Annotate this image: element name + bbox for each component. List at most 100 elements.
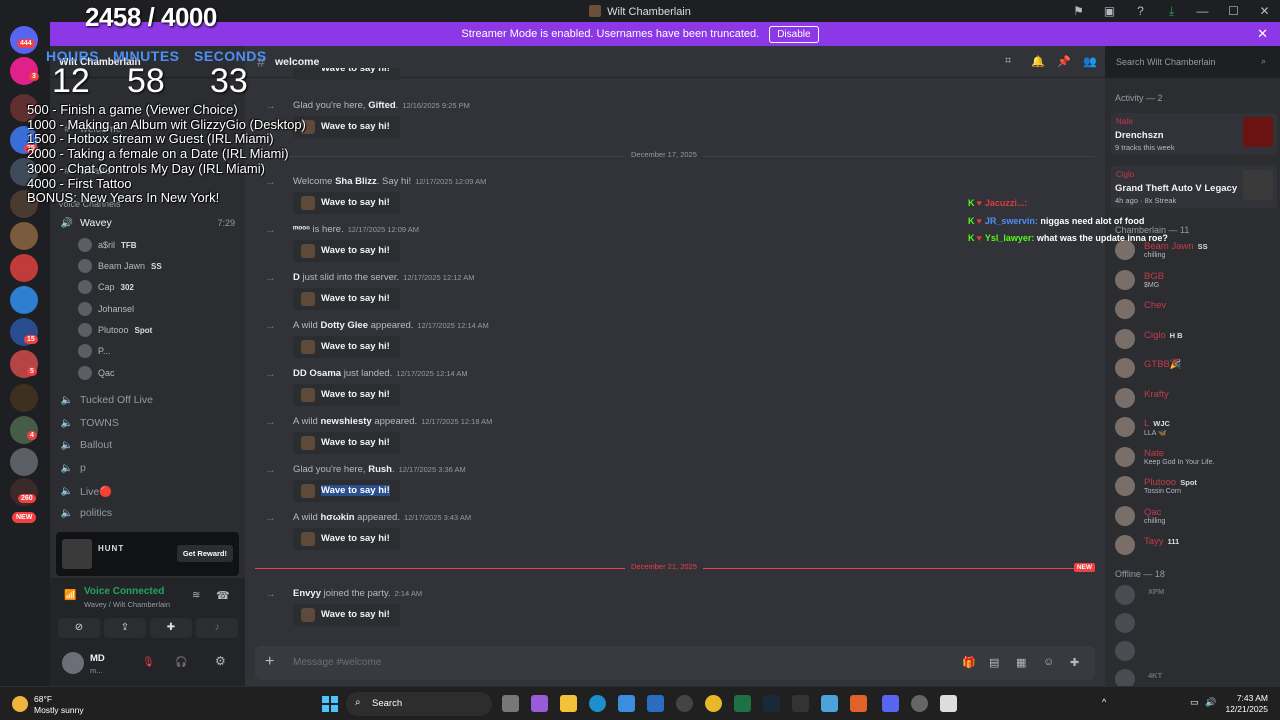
minimize-button[interactable]: — — [1187, 4, 1218, 18]
member-name[interactable]: D — [293, 272, 300, 283]
network-icon[interactable]: ▭ — [1190, 697, 1199, 708]
wave-button[interactable]: Wave to say hi! — [293, 604, 400, 626]
server-icon[interactable] — [10, 254, 38, 282]
app-icon[interactable] — [940, 695, 957, 712]
wave-button[interactable]: Wave to say hi! — [293, 384, 400, 406]
gear-icon[interactable]: ⚙ — [215, 654, 226, 668]
voice-user[interactable]: Qac — [78, 364, 115, 382]
voice-channel[interactable]: 🔈 Live🔴 — [60, 482, 113, 500]
voice-channel[interactable]: 🔈 p — [60, 459, 86, 477]
member-item[interactable] — [1113, 611, 1273, 635]
member-item[interactable] — [1113, 639, 1273, 663]
task-view-icon[interactable] — [502, 695, 519, 712]
voice-user[interactable]: Cap 302 — [78, 278, 134, 296]
member-item[interactable]: Qac chilling — [1113, 504, 1273, 528]
avatar[interactable] — [62, 652, 84, 674]
github-icon[interactable] — [676, 695, 693, 712]
members-icon[interactable]: 👥 — [1083, 55, 1097, 68]
get-reward-button[interactable]: Get Reward! — [176, 545, 233, 562]
close-icon[interactable]: ✕ — [1257, 26, 1268, 42]
windows-start-icon[interactable] — [322, 696, 338, 712]
member-item[interactable]: Tayy 111 — [1113, 533, 1273, 557]
screen-share-button[interactable]: ⇪ — [104, 618, 146, 638]
member-name[interactable]: DD Osama — [293, 368, 341, 379]
member-item[interactable]: Nate Keep God In Your Life. — [1113, 445, 1273, 469]
voice-user[interactable]: P... — [78, 342, 110, 360]
disable-streamer-mode-button[interactable]: Disable — [769, 25, 819, 43]
wave-button[interactable]: Wave to say hi! — [293, 528, 400, 550]
member-item[interactable]: GTBB🎉 — [1113, 356, 1273, 380]
close-button[interactable]: ✕ — [1249, 4, 1280, 18]
file-explorer-icon[interactable] — [560, 695, 577, 712]
member-name[interactable]: Gifted — [368, 100, 395, 111]
server-icon[interactable] — [10, 448, 38, 476]
discord-icon[interactable] — [882, 695, 899, 712]
edge-icon[interactable] — [589, 695, 606, 712]
copilot-icon[interactable] — [531, 695, 548, 712]
voice-channel[interactable]: 🔈 TOWNS — [60, 414, 119, 432]
voice-channel[interactable]: 🔈 politics — [60, 504, 112, 522]
voice-connected-label[interactable]: Voice Connected — [84, 586, 164, 597]
taskbar-search[interactable]: ⌕ Search — [346, 692, 492, 716]
voice-user[interactable]: Johansel — [78, 300, 134, 318]
wave-button[interactable]: Wave to say hi! — [293, 336, 400, 358]
volume-icon[interactable]: 🔊 — [1205, 697, 1216, 708]
notepad-icon[interactable] — [821, 695, 838, 712]
maximize-button[interactable]: ☐ — [1218, 4, 1249, 18]
member-name[interactable]: Rush — [368, 464, 392, 475]
add-attachment-icon[interactable]: + — [265, 653, 274, 671]
deafen-icon[interactable]: 🎧 — [175, 657, 187, 668]
member-item[interactable]: L WJC LLA 🦋 — [1113, 415, 1273, 439]
member-name[interactable]: Envyy — [293, 588, 321, 599]
voice-user[interactable]: Plutooo Spot — [78, 321, 152, 339]
chevron-up-icon[interactable]: ^ — [1102, 697, 1106, 707]
message-input[interactable]: Message #welcome — [293, 657, 381, 668]
noise-suppression-icon[interactable]: ≋ — [192, 590, 200, 601]
member-name[interactable]: ᵐᵒᵒⁿ — [293, 224, 310, 235]
help-icon[interactable]: ? — [1125, 4, 1156, 18]
member-item[interactable]: Ciglo H B — [1113, 327, 1273, 351]
wave-button[interactable]: Wave to say hi! — [293, 288, 400, 310]
member-item[interactable]: Chev — [1113, 297, 1273, 321]
activities-button[interactable]: ✚ — [150, 618, 192, 638]
member-item[interactable]: BGB $MG — [1113, 268, 1273, 292]
emoji-icon[interactable]: ☺ — [1043, 656, 1054, 668]
activity-card[interactable]: Nate Drenchszn 9 tracks this week — [1111, 113, 1277, 155]
activity-card[interactable]: Ciglo Grand Theft Auto V Legacy 4h ago ·… — [1111, 166, 1277, 208]
voice-channel[interactable]: 🔈 Ballout — [60, 436, 112, 454]
server-icon[interactable] — [10, 222, 38, 250]
search-input[interactable]: Search Wilt Chamberlain ⌕ — [1110, 52, 1272, 72]
capcut-icon[interactable] — [792, 695, 809, 712]
settings-icon[interactable] — [911, 695, 928, 712]
apps-icon[interactable]: ✚ — [1070, 656, 1079, 669]
clock[interactable]: 7:43 AM 12/21/2025 — [1225, 693, 1268, 715]
brave-icon[interactable] — [850, 695, 867, 712]
pin-icon[interactable]: 📌 — [1057, 55, 1071, 68]
message-composer[interactable]: + Message #welcome 🎁 ▤ ▦ ☺ ✚ — [255, 646, 1095, 680]
user-name[interactable]: MD — [90, 653, 105, 664]
sticker-icon[interactable]: ▦ — [1016, 656, 1026, 669]
member-name[interactable]: newshiesty — [320, 416, 371, 427]
wave-button[interactable]: Wave to say hi! — [293, 432, 400, 454]
mute-icon[interactable]: 🎙 — [142, 657, 155, 668]
disconnect-icon[interactable]: ☎ — [216, 589, 230, 602]
excel-icon[interactable] — [734, 695, 751, 712]
server-icon[interactable] — [10, 286, 38, 314]
member-name[interactable]: hσωkin — [320, 512, 354, 523]
member-item[interactable]: XPM — [1113, 583, 1273, 607]
voice-user[interactable]: a$ril TFB — [78, 236, 137, 254]
wave-button[interactable]: Wave to say hi! — [293, 480, 400, 502]
gift-icon[interactable]: 🎁 — [962, 656, 976, 669]
member-name[interactable]: Sha Blizz — [335, 176, 377, 187]
voice-channel[interactable]: 🔈 Tucked Off Live — [60, 391, 153, 409]
inbox-flag-icon[interactable]: ⚑ — [1063, 4, 1094, 18]
mail-icon[interactable] — [647, 695, 664, 712]
soundboard-button[interactable]: ♪ — [196, 618, 238, 638]
member-name[interactable]: Dotty Glee — [320, 320, 368, 331]
wave-button[interactable]: Wave to say hi! — [293, 240, 400, 262]
screen-share-icon[interactable]: ▣ — [1094, 4, 1125, 18]
wave-button[interactable]: Wave to say hi! — [293, 68, 400, 80]
bell-icon[interactable]: 🔔 — [1031, 55, 1045, 68]
voice-location[interactable]: Wavey / Wilt Chamberlain — [84, 600, 170, 609]
gif-icon[interactable]: ▤ — [989, 656, 999, 669]
